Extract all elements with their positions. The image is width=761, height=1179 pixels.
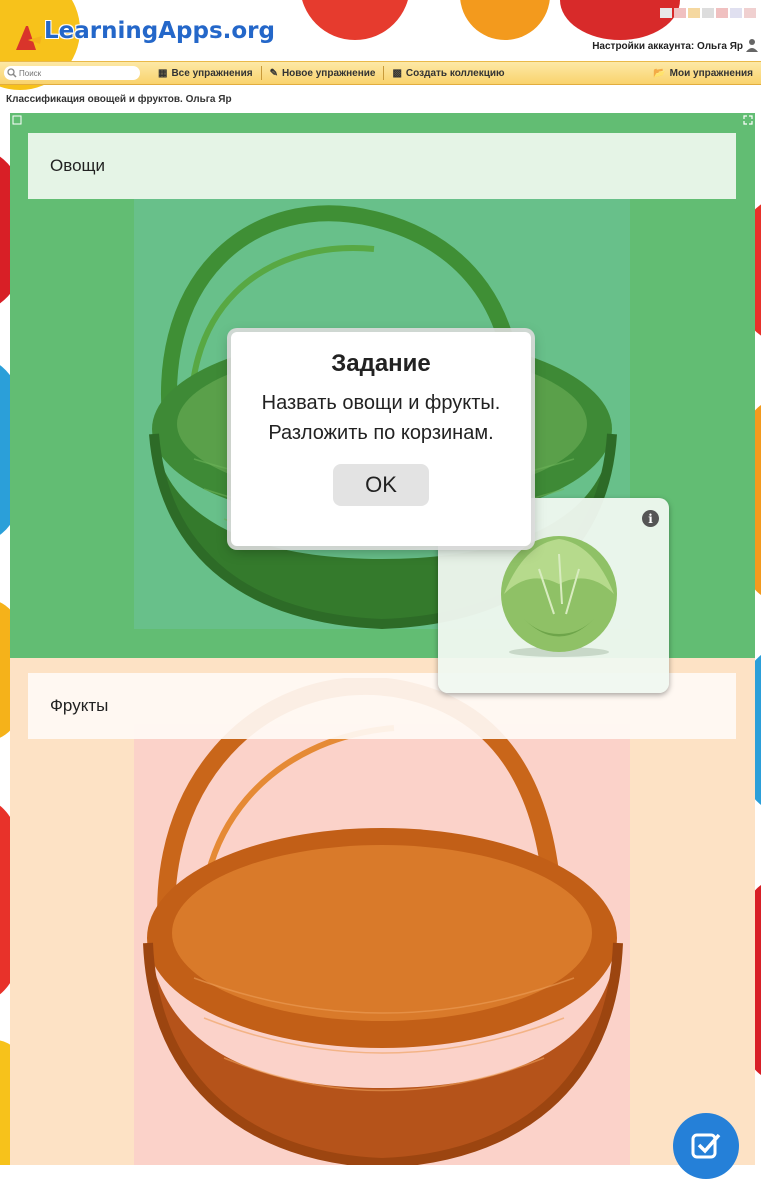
all-exercises-label: Все упражнения bbox=[171, 67, 253, 79]
orange-basket-image bbox=[143, 678, 623, 1165]
site-header: LearningApps.org Настройки аккаунта: Оль… bbox=[0, 0, 761, 60]
new-exercise-button[interactable]: ✎ Новое упражнение bbox=[262, 62, 384, 84]
exercise-app: Овощи Фрукты i Задание Назвать овощи и ф… bbox=[10, 113, 755, 1165]
all-exercises-button[interactable]: ▦ Все упражнения bbox=[150, 62, 261, 84]
search-box bbox=[4, 66, 140, 80]
fruits-drop-zone[interactable]: Фрукты bbox=[10, 658, 755, 1165]
task-dialog: Задание Назвать овощи и фрукты. Разложит… bbox=[231, 332, 531, 546]
logo-text: LearningApps.org bbox=[44, 18, 275, 44]
pencil-icon: ✎ bbox=[269, 67, 278, 79]
ok-button[interactable]: OK bbox=[333, 464, 429, 506]
logo-icon bbox=[16, 26, 42, 50]
account-settings-link[interactable]: Настройки аккаунта: Ольга Яр bbox=[592, 41, 743, 52]
my-exercises-label: Мои упражнения bbox=[669, 67, 753, 79]
create-collection-button[interactable]: ▩ Создать коллекцию bbox=[384, 62, 512, 84]
folder-icon: 📂 bbox=[653, 67, 666, 79]
task-dialog-text: Назвать овощи и фрукты. Разложить по кор… bbox=[261, 392, 501, 444]
vegetables-zone-title: Овощи bbox=[28, 133, 736, 199]
search-icon bbox=[7, 68, 17, 78]
main-toolbar: ▦ Все упражнения ✎ Новое упражнение ▩ Со… bbox=[0, 61, 761, 85]
create-collection-label: Создать коллекцию bbox=[405, 67, 505, 79]
info-icon[interactable]: i bbox=[642, 510, 659, 527]
new-exercise-label: Новое упражнение bbox=[281, 67, 376, 79]
user-icon[interactable] bbox=[745, 38, 759, 52]
my-exercises-button[interactable]: 📂 Мои упражнения bbox=[645, 62, 761, 84]
language-flags[interactable] bbox=[660, 8, 760, 20]
site-logo[interactable]: LearningApps.org bbox=[14, 14, 275, 58]
search-input[interactable] bbox=[17, 67, 129, 79]
page-title: Классификация овощей и фруктов. Ольга Яр bbox=[6, 94, 232, 105]
app-menu-icon[interactable] bbox=[12, 115, 22, 125]
fullscreen-icon[interactable] bbox=[743, 115, 753, 125]
check-answers-button[interactable] bbox=[673, 1113, 739, 1179]
collection-icon: ▩ bbox=[392, 67, 402, 79]
check-icon bbox=[691, 1133, 721, 1159]
task-dialog-title: Задание bbox=[331, 350, 431, 377]
grid-icon: ▦ bbox=[158, 67, 168, 79]
